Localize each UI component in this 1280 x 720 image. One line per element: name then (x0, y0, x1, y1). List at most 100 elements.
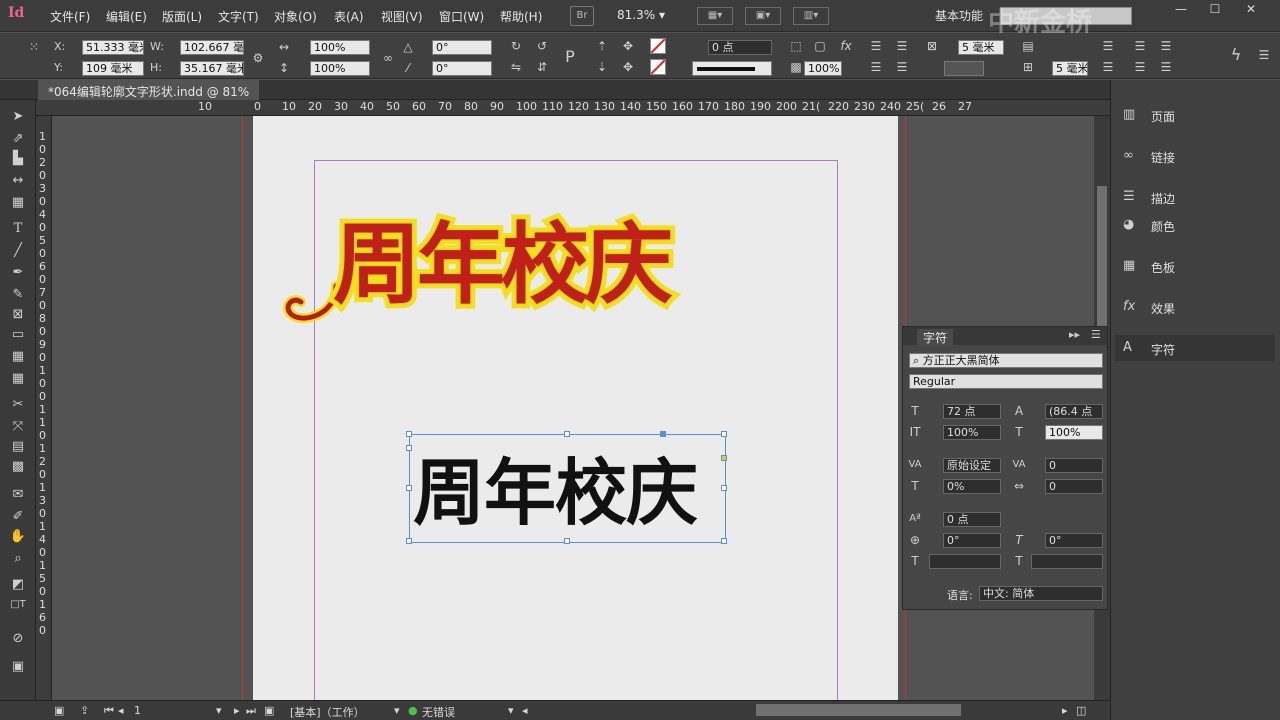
frame-icon[interactable]: ⬚ (788, 38, 804, 54)
minimize-icon[interactable]: — (1166, 2, 1196, 18)
resize-handle[interactable] (564, 538, 570, 544)
workspace-switcher[interactable]: 基本功能 (935, 7, 983, 24)
select-next-icon[interactable]: ✥ (620, 59, 636, 75)
menu-table[interactable]: 表(A) (334, 8, 364, 25)
pen-tool-icon[interactable]: ✒ (8, 264, 28, 282)
dock-item-pages[interactable]: ▥ 页面 (1115, 102, 1275, 128)
screen-mode-icon[interactable]: ▣ (8, 658, 28, 676)
formatting-container-icon[interactable]: □T (8, 596, 28, 614)
w-field[interactable]: 102.667 毫 (180, 40, 244, 55)
rectangle-tool-icon[interactable]: ▭ (8, 326, 28, 344)
menu-window[interactable]: 窗口(W) (439, 8, 484, 25)
x-field[interactable]: 51.333 毫米 (82, 40, 144, 55)
preflight-status[interactable]: 无错误 (422, 704, 455, 720)
reference-point-icon[interactable]: ⁙ (26, 39, 42, 55)
select-previous-icon[interactable]: ⇣ (594, 59, 610, 75)
skew-field[interactable]: 0° (1045, 533, 1103, 548)
frame-fitting-select[interactable] (944, 61, 984, 76)
link-icon[interactable]: ∞ (380, 50, 396, 66)
resize-handle[interactable] (406, 445, 412, 451)
gap-tool-icon[interactable]: ↔ (8, 172, 28, 190)
dock-item-color[interactable]: ◕ 颜色 (1115, 212, 1275, 238)
page-number[interactable]: 1 (134, 704, 141, 717)
page-select-chevron-icon[interactable]: ▾ (216, 704, 222, 717)
direct-selection-tool-icon[interactable]: ⇗ (8, 130, 28, 148)
out-port-handle[interactable] (721, 455, 727, 461)
flip-icon[interactable]: ⇋ (508, 59, 524, 75)
constrain-proportions-icon[interactable]: ⚙ (250, 50, 266, 66)
in-port-handle[interactable] (660, 431, 666, 437)
stroke-swatch[interactable] (650, 59, 666, 75)
scissors-tool-icon[interactable]: ✂ (8, 396, 28, 414)
document-tab[interactable]: *064编辑轮廓文字形状.indd @ 81% (38, 80, 260, 100)
rotate-ccw-icon[interactable]: ↺ (534, 38, 550, 54)
gap-field[interactable]: 5 毫米 (958, 40, 1004, 55)
view-options-button[interactable]: ▦▾ (697, 7, 733, 25)
preflight-chevron-icon[interactable]: ▾ (508, 704, 514, 717)
panel-menu-icon[interactable]: ☰ (1256, 47, 1272, 63)
note-tool-icon[interactable]: ✉ (8, 486, 28, 504)
select-container-icon[interactable]: ⇡ (594, 38, 610, 54)
line-tool-icon[interactable]: ╱ (8, 242, 28, 260)
wrap-option-3-icon[interactable]: ☰ (1132, 59, 1148, 75)
vertical-scale-field[interactable]: 100% (943, 425, 1001, 440)
last-page-icon[interactable]: ⏭ (246, 704, 256, 718)
language-select[interactable]: 中文: 简体 (979, 586, 1103, 601)
selection-frame[interactable] (406, 431, 727, 544)
rectangle-frame-tool-icon[interactable]: ⊠ (8, 306, 28, 324)
eyedropper-tool-icon[interactable]: ✐ (8, 508, 28, 526)
kerning-field[interactable]: 原始设定 (943, 458, 1001, 473)
char-aki-left-field[interactable] (929, 554, 1001, 569)
flip-vertical-icon[interactable]: ⇵ (534, 59, 550, 75)
font-size-field[interactable]: 72 点 (943, 404, 1001, 419)
font-style-select[interactable]: Regular (909, 374, 1103, 389)
horizontal-scale-field[interactable]: 100% (1045, 425, 1103, 440)
menu-help[interactable]: 帮助(H) (500, 8, 542, 25)
page-tool-icon[interactable]: ▙ (8, 150, 28, 168)
apply-none-icon[interactable]: ⊘ (8, 630, 28, 648)
wrap-option-2-icon[interactable]: ☰ (1158, 38, 1174, 54)
shadow-icon[interactable]: ▢ (812, 38, 828, 54)
maximize-icon[interactable]: ☐ (1200, 2, 1230, 18)
table-tool-icon[interactable]: ▦ (8, 348, 28, 366)
scale-y-field[interactable]: 100% (310, 61, 370, 76)
text-wrap-icon[interactable]: ☰ (1100, 38, 1116, 54)
tracking-field[interactable]: 0 (1045, 458, 1103, 473)
wrap-option-icon[interactable]: ☰ (1132, 38, 1148, 54)
scroll-thumb[interactable] (1097, 186, 1107, 326)
quick-apply-icon[interactable]: ϟ (1228, 47, 1244, 63)
rotate-cw-icon[interactable]: ↻ (508, 38, 524, 54)
dock-item-effects[interactable]: fx 效果 (1115, 294, 1275, 320)
align-center-icon[interactable]: ☰ (894, 38, 910, 54)
status-open-icon[interactable]: ▣ (54, 704, 64, 717)
gradient-tool-icon[interactable]: ▤ (8, 438, 28, 456)
rotate-field[interactable]: 0° (432, 40, 492, 55)
collapse-icon[interactable]: ▸▸ (1069, 328, 1080, 341)
tsume-field[interactable]: 0% (943, 479, 1001, 494)
path-type-icon[interactable]: P (562, 49, 578, 65)
dock-item-stroke[interactable]: ☰ 描边 (1115, 184, 1275, 210)
next-page-icon[interactable]: ▸ (234, 704, 240, 717)
menu-object[interactable]: 对象(O) (274, 8, 317, 25)
resize-handle[interactable] (721, 538, 727, 544)
menu-file[interactable]: 文件(F) (50, 8, 90, 25)
resize-handle[interactable] (406, 431, 412, 437)
free-transform-tool-icon[interactable]: ⤧ (8, 418, 28, 436)
split-view-icon[interactable]: ◫ (1076, 704, 1086, 717)
document-page[interactable]: 周年校庆 周年校庆 (253, 116, 898, 700)
zoom-level[interactable]: 81.3% ▾ (617, 8, 665, 22)
distribute-center-icon[interactable]: ☰ (894, 59, 910, 75)
gradient-feather-tool-icon[interactable]: ▩ (8, 458, 28, 476)
menu-layout[interactable]: 版面(L) (162, 8, 202, 25)
menu-type[interactable]: 文字(T) (218, 8, 259, 25)
selection-tool-icon[interactable]: ➤ (8, 108, 28, 126)
resize-handle[interactable] (406, 538, 412, 544)
font-family-select[interactable]: ⌕ 方正正大黑简体 (909, 353, 1103, 368)
panel-tab-character[interactable]: 字符 (917, 329, 954, 346)
first-page-icon[interactable]: ⏮ (104, 704, 114, 718)
resize-handle[interactable] (721, 485, 727, 491)
master-page-label[interactable]: [基本]（工作） (290, 704, 365, 720)
y-field[interactable]: 109 毫米 (82, 61, 144, 76)
scroll-left-icon[interactable]: ◂ (522, 704, 528, 717)
stroke-type-select[interactable] (692, 61, 772, 76)
